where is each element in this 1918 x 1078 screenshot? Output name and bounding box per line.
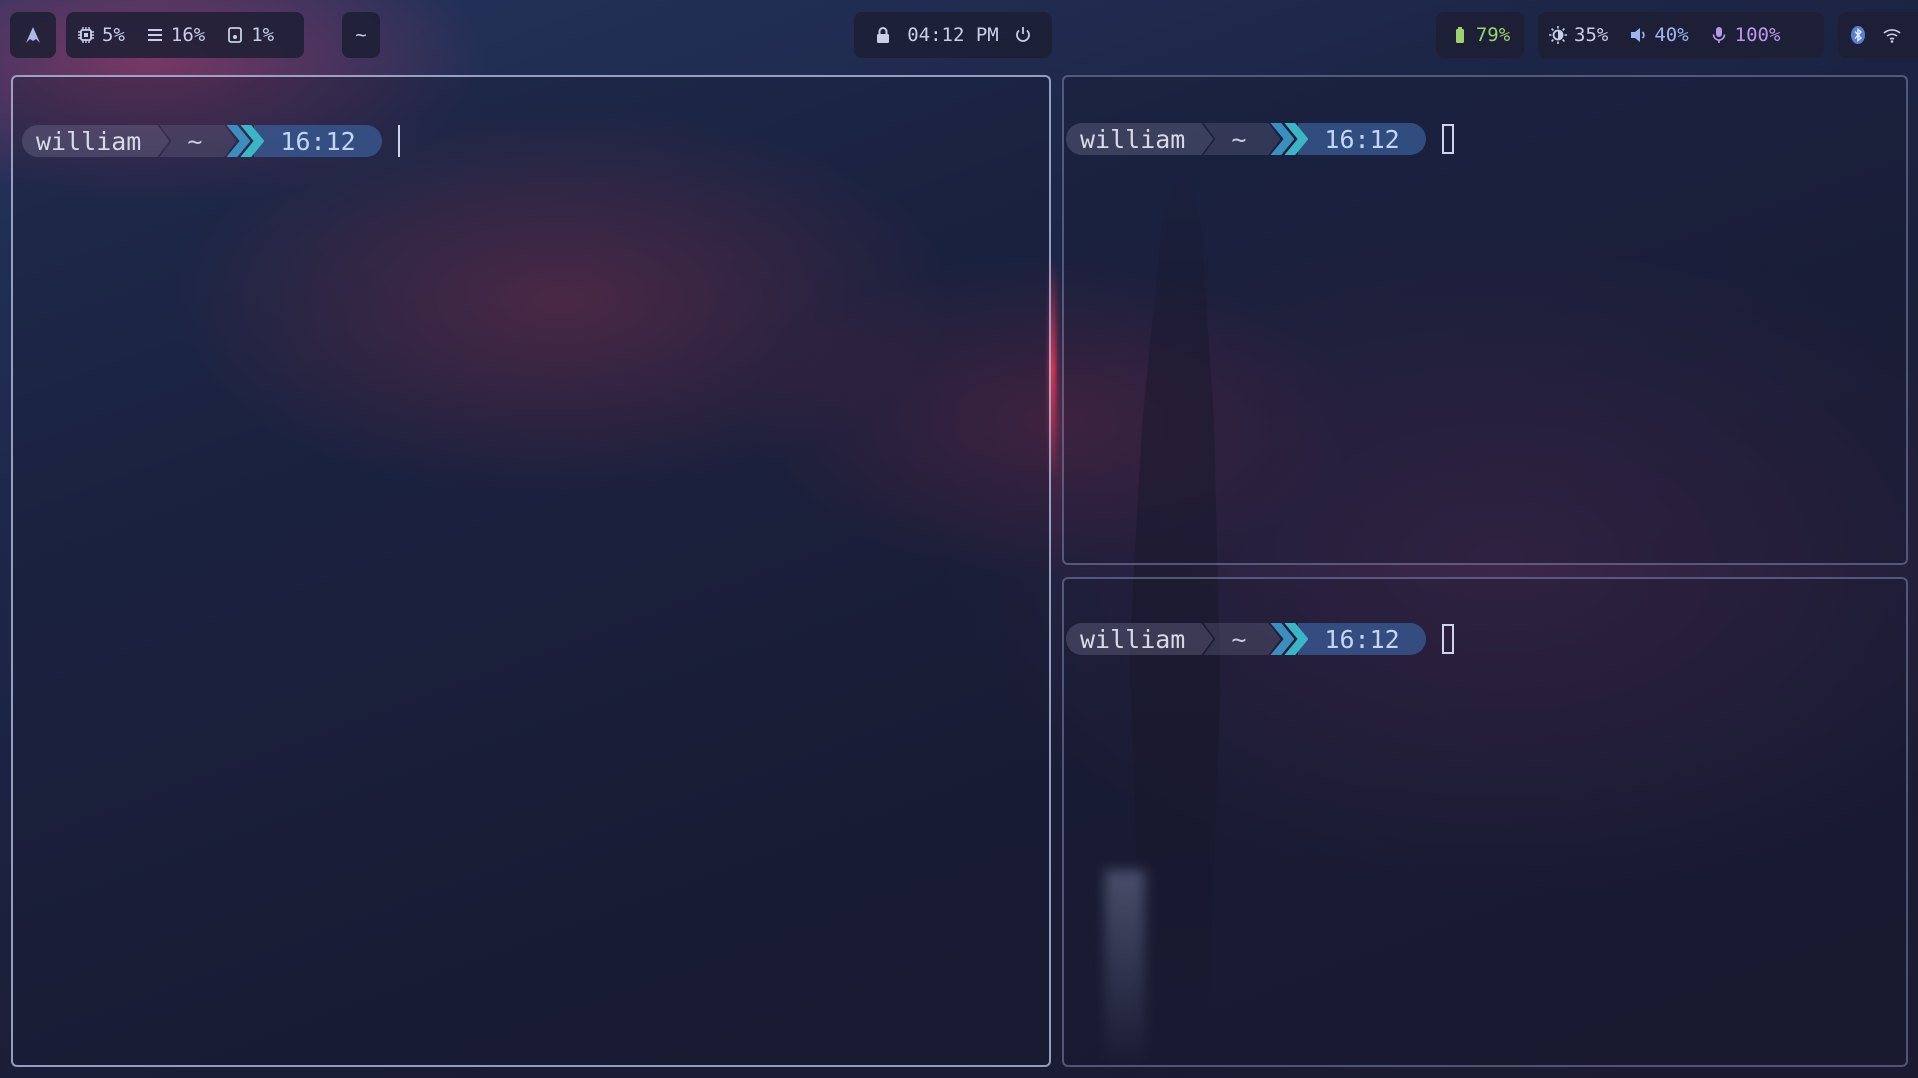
wifi-icon[interactable] xyxy=(1882,25,1902,45)
clock-widget[interactable]: 04:12 PM xyxy=(854,12,1052,58)
cpu-stat[interactable]: 5% xyxy=(76,24,125,46)
brightness-value: 35% xyxy=(1574,24,1609,46)
prompt-arrow-icon xyxy=(1268,123,1309,155)
battery-content: 79% xyxy=(1450,24,1510,46)
cpu-icon xyxy=(76,25,96,45)
bluetooth-icon[interactable] xyxy=(1848,25,1868,45)
prompt-user: william xyxy=(1066,623,1213,655)
terminal-window-top-right[interactable]: william ~ 16:12 xyxy=(1062,75,1908,565)
block-cursor xyxy=(1441,124,1454,154)
clock-content: 04:12 PM xyxy=(873,24,1033,46)
terminal-window-left[interactable]: william ~ 16:12 xyxy=(11,75,1051,1067)
launcher-button[interactable] xyxy=(10,12,56,58)
shell-prompt: william ~ 16:12 xyxy=(22,125,400,157)
memory-value: 16% xyxy=(170,24,206,46)
power-icon[interactable] xyxy=(1013,25,1033,45)
volume-value: 40% xyxy=(1654,24,1689,46)
shell-prompt: william ~ 16:12 xyxy=(1066,123,1454,155)
disk-stat[interactable]: 1% xyxy=(225,24,274,46)
brightness-icon xyxy=(1548,25,1568,45)
memory-stat[interactable]: 16% xyxy=(145,24,205,46)
terminal-window-bottom-right[interactable]: william ~ 16:12 xyxy=(1062,577,1908,1067)
brightness-control[interactable]: 35% xyxy=(1548,24,1608,46)
top-bar: 5% 16% 1% ~ 04:12 PM 79% 35% 40% 100% xyxy=(0,0,1918,66)
clock-time: 04:12 PM xyxy=(907,24,999,46)
arch-logo-icon xyxy=(23,25,43,45)
prompt-arrow-icon xyxy=(1268,623,1309,655)
volume-icon xyxy=(1628,25,1648,45)
prompt-user: william xyxy=(1066,123,1213,155)
disk-value: 1% xyxy=(251,24,275,46)
workspace-label: ~ xyxy=(355,24,367,46)
microphone-control[interactable]: 100% xyxy=(1709,24,1781,46)
workspace-indicator[interactable]: ~ xyxy=(342,12,380,58)
prompt-time: 16:12 xyxy=(1298,623,1426,655)
disk-icon xyxy=(225,25,245,45)
system-tray[interactable] xyxy=(1838,12,1918,58)
prompt-arrow-icon xyxy=(224,125,265,157)
memory-icon xyxy=(145,25,165,45)
shell-prompt: william ~ 16:12 xyxy=(1066,623,1454,655)
block-cursor xyxy=(1441,624,1454,654)
controls-widget[interactable]: 35% 40% 100% xyxy=(1538,12,1824,58)
system-stats[interactable]: 5% 16% 1% xyxy=(66,12,304,58)
microphone-icon xyxy=(1709,25,1729,45)
lock-icon[interactable] xyxy=(873,25,893,45)
tray-content xyxy=(1848,25,1902,45)
prompt-time: 16:12 xyxy=(1298,123,1426,155)
text-cursor xyxy=(397,125,400,157)
prompt-user: william xyxy=(22,125,169,157)
battery-widget[interactable]: 79% xyxy=(1436,12,1524,58)
microphone-value: 100% xyxy=(1734,24,1781,46)
battery-value: 79% xyxy=(1475,24,1511,46)
volume-control[interactable]: 40% xyxy=(1628,24,1689,46)
prompt-time: 16:12 xyxy=(254,125,382,157)
cpu-value: 5% xyxy=(102,24,125,46)
battery-icon xyxy=(1450,25,1470,45)
